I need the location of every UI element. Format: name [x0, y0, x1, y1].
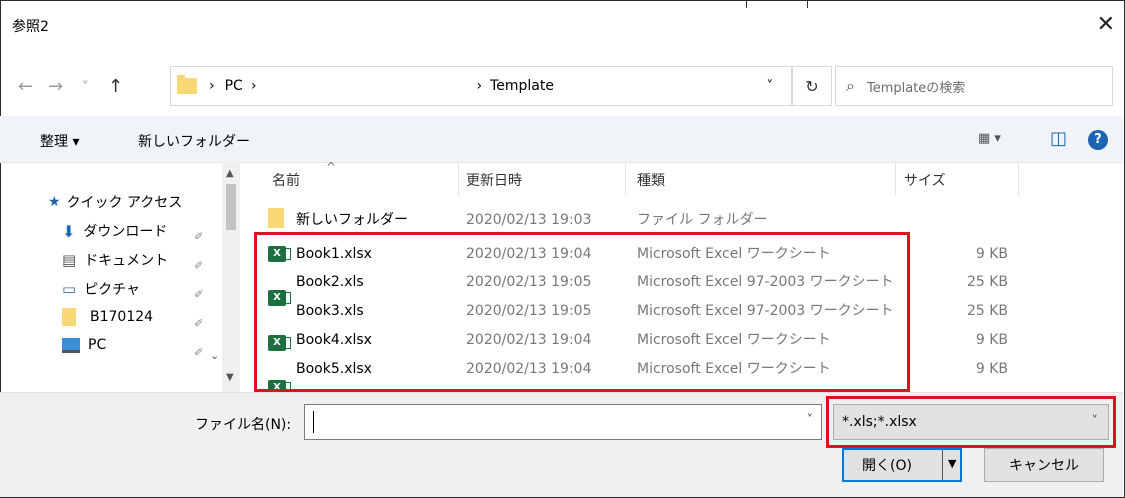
sidebar-item-quick-access[interactable]: ★ クイック アクセス: [48, 192, 182, 212]
file-type: ファイル フォルダー: [637, 212, 768, 228]
file-size: 9 KB: [975, 332, 1008, 348]
pin-icon[interactable]: ✐: [194, 346, 203, 359]
column-separator[interactable]: [1018, 162, 1019, 196]
download-icon: ⬇: [62, 221, 76, 241]
view-options-button[interactable]: ▦ ▾: [978, 131, 1001, 146]
scroll-up-icon[interactable]: ▲: [226, 168, 234, 179]
breadcrumb-pc[interactable]: PC: [225, 78, 243, 94]
back-button[interactable]: ←: [18, 76, 33, 97]
up-button[interactable]: ↑: [108, 76, 123, 97]
open-button[interactable]: 開く(O) ▼: [842, 448, 962, 482]
column-separator[interactable]: [458, 162, 459, 196]
open-button-label: 開く(O): [862, 458, 912, 474]
cancel-button-label: キャンセル: [1009, 458, 1079, 474]
picture-icon: ▭: [62, 280, 77, 298]
folder-icon: [62, 308, 76, 326]
file-name[interactable]: 新しいフォルダー: [296, 206, 408, 234]
breadcrumb-separator: ›: [209, 78, 215, 94]
recent-locations-button[interactable]: ˅: [82, 80, 89, 95]
file-size: 9 KB: [975, 246, 1008, 262]
chevron-down-icon[interactable]: ⌄: [210, 349, 219, 362]
star-icon: ★: [48, 194, 61, 210]
cancel-button[interactable]: キャンセル: [984, 448, 1104, 482]
filename-label: ファイル名(N):: [195, 417, 292, 433]
pc-icon: [62, 337, 80, 353]
pin-icon[interactable]: ✐: [194, 259, 203, 272]
new-folder-button[interactable]: 新しいフォルダー: [138, 131, 250, 151]
background-window-edge: [746, 0, 808, 8]
column-size[interactable]: サイズ: [904, 170, 946, 190]
address-dropdown-icon[interactable]: ˅: [767, 79, 774, 94]
pin-icon[interactable]: ✐: [194, 288, 203, 301]
column-separator[interactable]: [895, 162, 896, 196]
address-bar[interactable]: › PC › › Template ˅: [170, 66, 792, 106]
split-divider: [942, 450, 943, 480]
scroll-down-icon[interactable]: ▼: [226, 372, 234, 383]
column-separator[interactable]: [625, 162, 626, 196]
sidebar-item-label: PC: [88, 337, 107, 353]
search-icon: ⌕: [846, 76, 855, 95]
sidebar-item-downloads[interactable]: ⬇ ダウンロード: [62, 221, 167, 241]
sort-indicator-icon: ^: [326, 160, 337, 174]
sidebar-item-pictures[interactable]: ▭ ピクチャ: [62, 279, 140, 299]
sidebar-item-b170124[interactable]: B170124: [62, 308, 153, 326]
column-modified[interactable]: 更新日時: [466, 170, 522, 190]
chevron-down-icon[interactable]: ˅: [807, 413, 814, 428]
breadcrumb-separator: ›: [476, 78, 483, 94]
file-size: 25 KB: [966, 303, 1008, 319]
search-box[interactable]: ⌕ Templateの検索: [835, 66, 1113, 106]
breadcrumb-separator: ›: [250, 78, 257, 94]
sidebar-item-label: ピクチャ: [84, 282, 141, 298]
document-icon: ▤: [62, 251, 77, 269]
file-size: 9 KB: [975, 361, 1008, 377]
sidebar-item-pc[interactable]: PC: [62, 337, 106, 353]
help-icon[interactable]: ?: [1088, 130, 1108, 150]
pin-icon[interactable]: ✐: [194, 230, 203, 243]
organize-button[interactable]: 整理 ▾: [40, 131, 79, 151]
open-dropdown-icon[interactable]: ▼: [948, 457, 956, 470]
sidebar-item-label: B170124: [90, 309, 154, 325]
column-name[interactable]: 名前: [272, 170, 300, 190]
folder-icon: [268, 208, 284, 228]
highlight-box-filter: [826, 396, 1116, 448]
forward-button[interactable]: →: [48, 76, 63, 97]
close-icon[interactable]: ✕: [1097, 14, 1115, 36]
sidebar-item-label: ダウンロード: [83, 224, 168, 240]
preview-pane-icon[interactable]: ◫: [1050, 128, 1067, 149]
folder-icon: [177, 75, 197, 94]
sidebar-scroll-thumb[interactable]: [226, 184, 236, 230]
sidebar-item-documents[interactable]: ▤ ドキュメント: [62, 250, 168, 270]
file-size: 25 KB: [966, 274, 1008, 290]
breadcrumb-template[interactable]: Template: [490, 78, 554, 94]
sidebar-item-label: ドキュメント: [84, 253, 169, 269]
sidebar-item-label: クイック アクセス: [66, 195, 183, 211]
pin-icon[interactable]: ✐: [194, 317, 203, 330]
refresh-icon: ↻: [805, 76, 819, 96]
filename-input[interactable]: ˅: [304, 404, 822, 440]
refresh-button[interactable]: ↻: [792, 66, 832, 106]
text-cursor: [313, 411, 314, 433]
search-placeholder: Templateの検索: [866, 80, 966, 96]
window-title: 参照2: [12, 19, 49, 35]
column-type[interactable]: 種類: [637, 170, 665, 190]
highlight-box-files: [254, 232, 910, 392]
file-date: 2020/02/13 19:03: [466, 212, 592, 228]
